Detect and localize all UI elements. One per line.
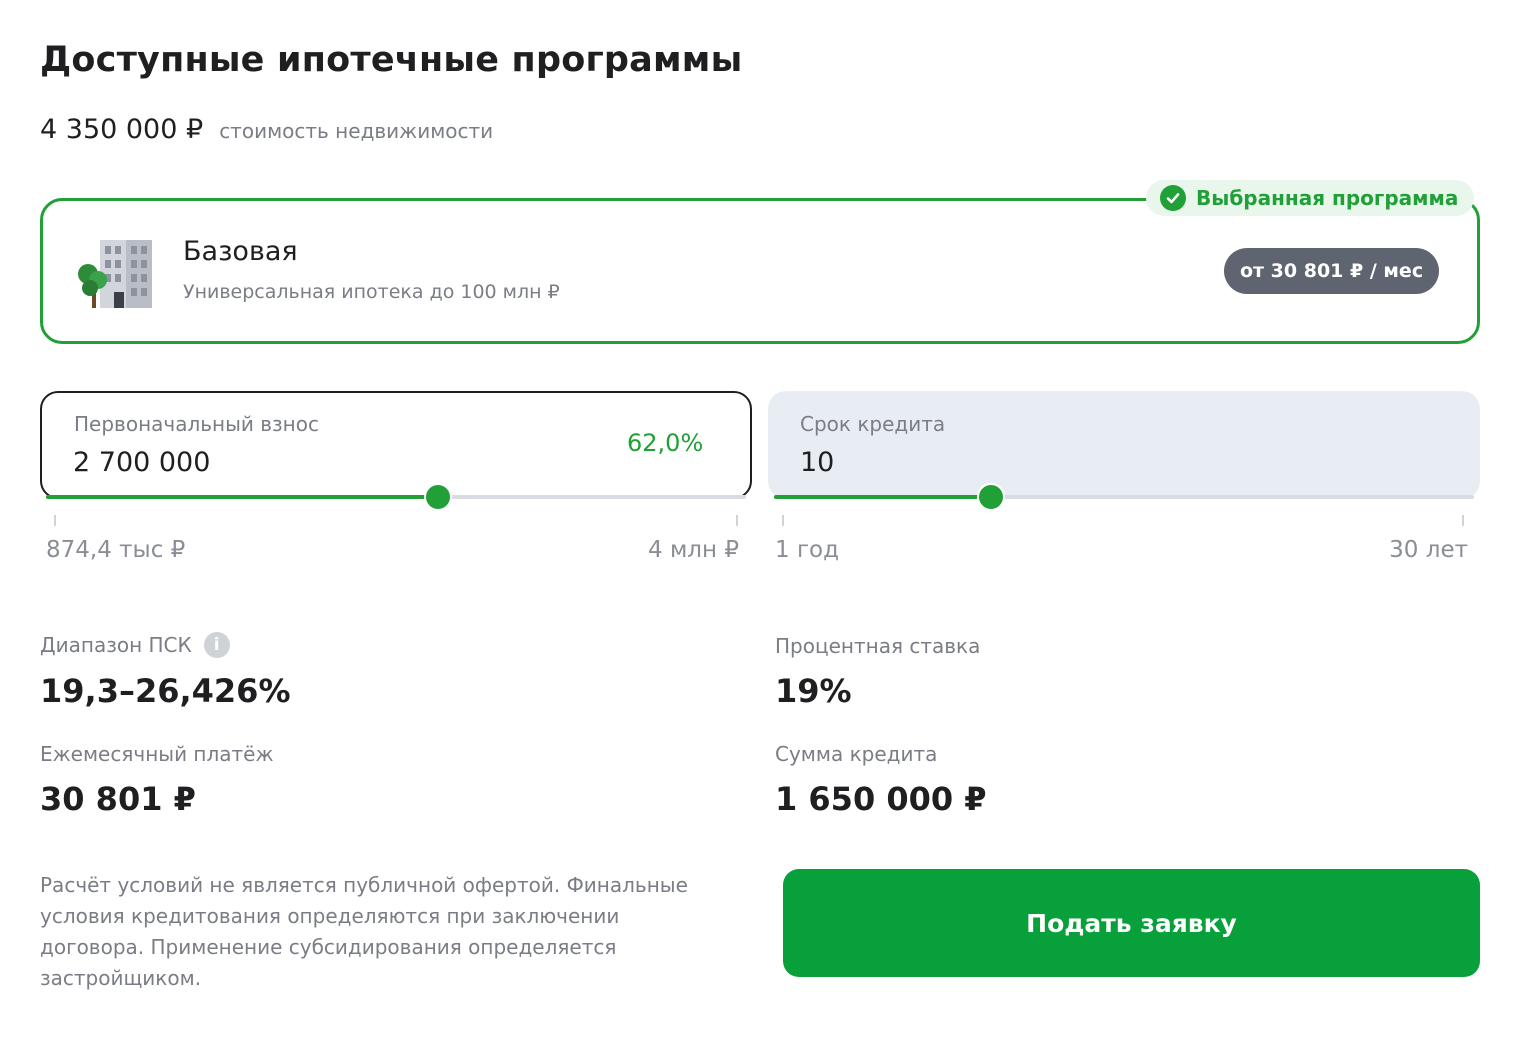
down-payment-slider-track[interactable] [46,495,746,499]
down-payment-min-tick [54,515,56,526]
loan-term-field[interactable] [768,391,1480,499]
page-title: Доступные ипотечные программы [40,40,743,80]
down-payment-input[interactable]: 2 700 000 [73,447,210,478]
loan-term-slider-fill [774,495,991,499]
down-payment-max-tick [736,515,738,526]
property-price-row: 4 350 000 ₽ стоимость недвижимости [40,114,493,145]
interest-rate-value: 19% [775,672,852,710]
check-icon [1160,185,1186,211]
submit-application-button[interactable]: Подать заявку [783,869,1480,977]
loan-term-min-label: 1 год [775,537,840,563]
disclaimer-text: Расчёт условий не является публичной офе… [40,873,688,990]
loan-term-slider-track[interactable] [774,495,1474,499]
program-name: Базовая [183,236,298,267]
loan-term-label: Срок кредита [800,412,946,436]
monthly-payment-value: 30 801 ₽ [40,780,196,818]
psk-label-row: Диапазон ПСК i [40,632,230,658]
selected-program-label: Выбранная программа [1196,186,1459,210]
loan-term-slider-thumb[interactable] [977,483,1005,511]
loan-term-max-label: 30 лет [1389,537,1468,563]
selected-program-badge: Выбранная программа [1146,180,1475,216]
monthly-payment-badge: от 30 801 ₽ / мес [1224,248,1440,294]
program-description: Универсальная ипотека до 100 млн ₽ [183,281,560,303]
info-icon[interactable]: i [203,632,230,658]
psk-label: Диапазон ПСК [40,633,192,657]
loan-amount-value: 1 650 000 ₽ [775,780,987,818]
down-payment-min-label: 874,4 тыс ₽ [46,537,186,563]
loan-term-max-tick [1462,515,1464,526]
building-icon [78,234,158,314]
down-payment-slider-thumb[interactable] [424,483,452,511]
loan-term-input[interactable]: 10 [800,447,834,478]
down-payment-slider-fill [46,495,438,499]
down-payment-percent: 62,0% [627,429,704,457]
property-price-label: стоимость недвижимости [219,119,494,143]
property-price: 4 350 000 ₽ [40,114,204,145]
psk-value: 19,3–26,426% [40,672,291,710]
interest-rate-label: Процентная ставка [775,634,981,658]
down-payment-max-label: 4 млн ₽ [648,537,739,563]
down-payment-label: Первоначальный взнос [74,412,319,436]
monthly-payment-label: Ежемесячный платёж [40,742,274,766]
loan-term-min-tick [782,515,784,526]
loan-amount-label: Сумма кредита [775,742,938,766]
